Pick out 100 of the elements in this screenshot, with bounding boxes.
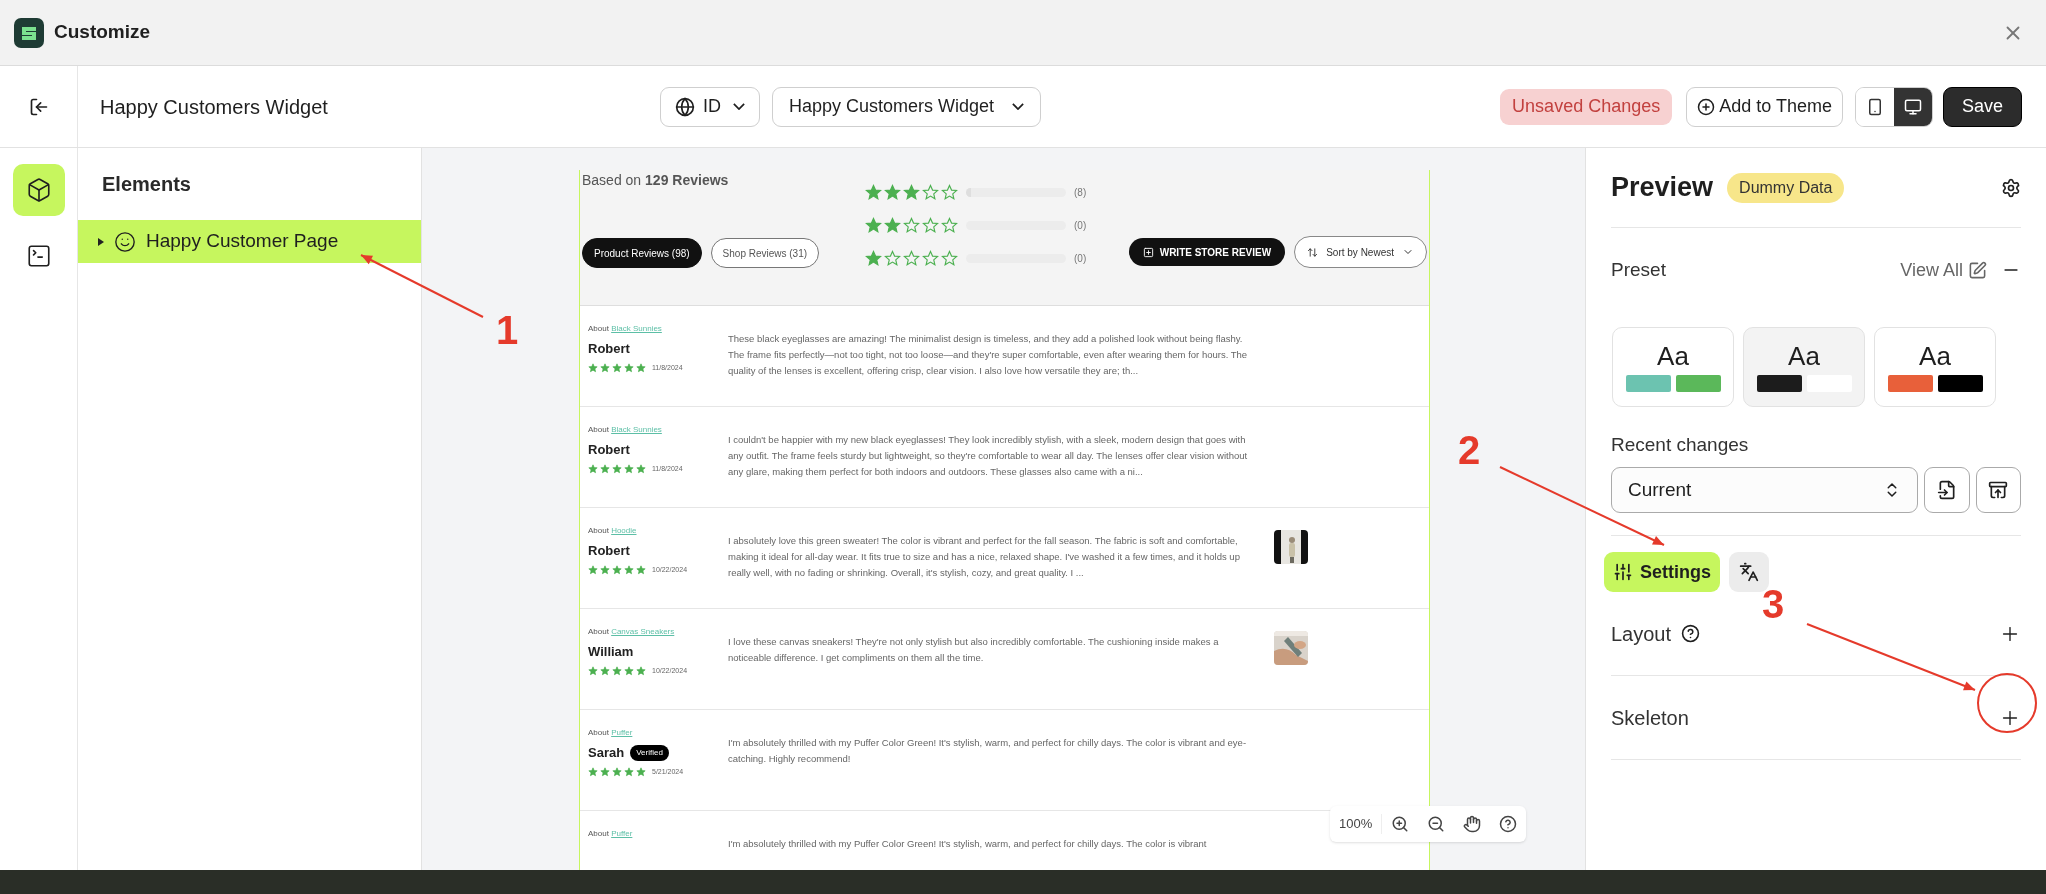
status-badge: Unsaved Changes: [1500, 88, 1673, 125]
sort-icon: [1307, 246, 1319, 258]
language-select[interactable]: ID: [660, 86, 760, 127]
star-icon: [600, 362, 610, 373]
star-icon: [865, 249, 882, 267]
globe-icon: [675, 96, 695, 117]
star-icon: [922, 183, 939, 201]
annotation-number: 2: [1458, 430, 1481, 470]
add-to-theme-button[interactable]: Add to Theme: [1686, 86, 1843, 127]
star-icon: [624, 564, 634, 575]
annotation-circle: [1977, 673, 2037, 733]
review-tab[interactable]: Product Reviews (98): [582, 238, 702, 268]
star-icon: [903, 216, 920, 234]
preset-card[interactable]: Aa: [1874, 326, 1996, 407]
star-icon: [588, 463, 598, 474]
review-text: I'm absolutely thrilled with my Puffer Color Green! It's stylish, warm, and perfect for chilly days. The color is vibrant and eye-catching. Highly recommend!: [728, 736, 1248, 766]
settings-icon[interactable]: [2001, 177, 2021, 198]
font-sample: Aa: [1919, 341, 1951, 371]
star-icon: [588, 766, 598, 777]
star-icon: [865, 216, 882, 234]
review-tab[interactable]: Shop Reviews (31): [710, 238, 820, 268]
star-icon: [941, 216, 958, 234]
annotation-number: 3: [1762, 584, 1785, 624]
star-icon: [600, 766, 610, 777]
star-icon: [884, 183, 901, 201]
edit-icon: [1968, 260, 1987, 280]
star-icon: [941, 249, 958, 267]
translate-icon: [1739, 562, 1759, 582]
exit-icon[interactable]: [28, 96, 49, 117]
dummy-data-badge: Dummy Data: [1727, 172, 1845, 203]
star-icon: [636, 564, 646, 575]
export-button[interactable]: [1975, 467, 2021, 513]
star-icon: [612, 362, 622, 373]
help-icon[interactable]: [1681, 624, 1701, 643]
star-icon: [636, 362, 646, 373]
review-product: About Black Sunnies: [588, 323, 663, 335]
reviewer-name: Sarah: [588, 744, 625, 762]
star-icon: [612, 766, 622, 777]
star-icon: [624, 766, 634, 777]
review-text: I absolutely love this green sweater! The color is vibrant and perfect for the fall season. The fabric is soft and comfortable, making it ideal for all-day wear. It fits true to size and has a nice, relaxed shape. I've washed it a few times, and it holds up really well, with no fading or shrinking. Overall, it's stylish, cozy, and great quality. I ...: [728, 534, 1241, 580]
reviewer-name: Robert: [588, 542, 630, 560]
elements-tab[interactable]: [12, 164, 65, 216]
review-product: About Black Sunnies: [588, 424, 663, 436]
file-import-icon: [1937, 480, 1958, 500]
star-icon: [636, 665, 646, 676]
rating-count: (0): [1074, 218, 1087, 233]
star-icon: [588, 564, 598, 575]
help-icon[interactable]: [1499, 815, 1518, 833]
widget-icon: [114, 230, 136, 253]
star-icon: [600, 463, 610, 474]
chevron-down-icon: [733, 103, 745, 110]
reviewer-name: William: [588, 643, 634, 661]
star-icon: [612, 665, 622, 676]
star-icon: [588, 665, 598, 676]
star-icon: [612, 463, 622, 474]
star-icon: [636, 463, 646, 474]
review-product: About Puffer: [588, 828, 634, 840]
translate-tab[interactable]: [1729, 552, 1769, 592]
star-icon: [865, 183, 882, 201]
hand-icon[interactable]: [1463, 815, 1482, 833]
write-review-button[interactable]: WRITE STORE REVIEW: [1128, 238, 1286, 266]
review-product: About Canvas Sneakers: [588, 626, 676, 638]
terminal-icon: [25, 243, 52, 269]
monitor-icon: [1903, 97, 1922, 116]
plus-circle-icon: [1697, 97, 1716, 116]
star-icon: [600, 665, 610, 676]
recent-changes-select[interactable]: Current: [1611, 467, 1919, 513]
sort-select[interactable]: Sort by Newest: [1294, 236, 1427, 268]
star-icon: [612, 564, 622, 575]
box-upload-icon: [1988, 480, 2009, 500]
settings-tab[interactable]: Settings: [1604, 552, 1720, 592]
zoom-out-icon[interactable]: [1427, 815, 1446, 833]
star-icon: [941, 183, 958, 201]
tree-item[interactable]: Happy Customer Page: [78, 220, 421, 263]
star-icon: [624, 362, 634, 373]
rating-count: (0): [1074, 251, 1087, 266]
review-product: About Hoodie: [588, 525, 638, 537]
star-icon: [903, 249, 920, 267]
save-button[interactable]: Save: [1942, 86, 2022, 127]
star-icon: [624, 665, 634, 676]
cube-icon: [25, 177, 52, 203]
review-product: About Puffer: [588, 727, 634, 739]
widget-select[interactable]: Happy Customers Widget: [772, 86, 1042, 127]
zoom-in-icon[interactable]: [1391, 815, 1410, 833]
sliders-icon: [1613, 562, 1633, 582]
preset-card[interactable]: Aa: [1743, 326, 1865, 407]
font-sample: Aa: [1657, 341, 1689, 371]
section-title: Layout: [1611, 621, 1672, 647]
chevron-down-icon: [1012, 103, 1025, 110]
zoom-level: 100%: [1330, 814, 1383, 834]
desktop-view-button[interactable]: [1893, 87, 1932, 126]
review-text: I love these canvas sneakers! They're not only stylish but also incredibly comfortable. The cushioning inside makes a noticeable difference. I get compliments on them all the time.: [728, 635, 1220, 665]
star-icon: [903, 183, 920, 201]
verified-badge: Verified: [630, 744, 669, 761]
review-text: I'm absolutely thrilled with my Puffer Color Green! It's stylish, warm, and perfect for chilly days. The color is vibrant: [728, 837, 1208, 851]
preset-card[interactable]: Aa: [1612, 326, 1734, 407]
widget-title: Happy Customers Widget: [100, 94, 329, 120]
star-icon: [922, 249, 939, 267]
view-all-link[interactable]: View All: [1900, 256, 1987, 284]
import-button[interactable]: [1924, 467, 1970, 513]
